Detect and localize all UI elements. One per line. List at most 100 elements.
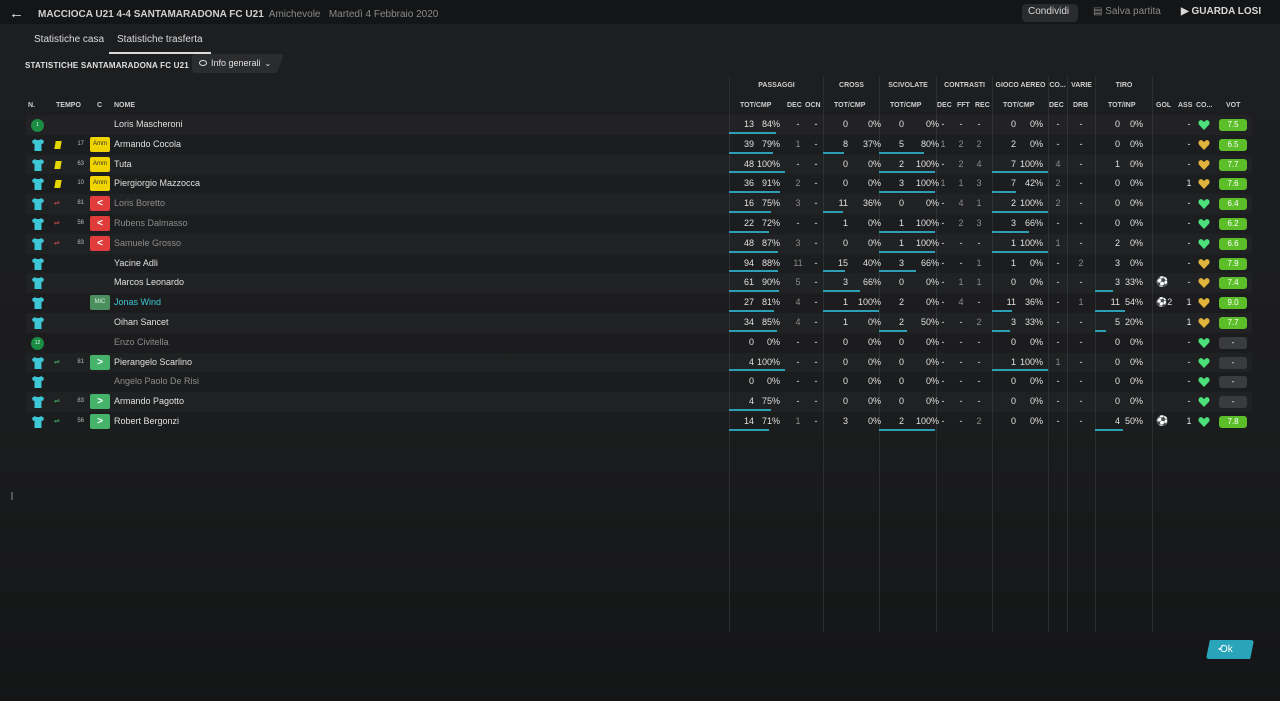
player-name[interactable]: Robert Bergonzi xyxy=(114,412,179,432)
share-button[interactable]: Condividi xyxy=(1022,4,1078,22)
save-match-button[interactable]: ▤ Salva partita xyxy=(1087,4,1165,22)
col-head-nome[interactable]: NOME xyxy=(114,102,135,109)
col-head-co-dec[interactable]: DEC xyxy=(1049,102,1064,109)
yellow-card-icon xyxy=(54,180,62,189)
stat-dr: - xyxy=(1079,119,1083,129)
stat-co: - xyxy=(1056,119,1060,129)
stat-tp: 0% xyxy=(1129,158,1143,169)
table-row[interactable]: Yacine Adli 94 88% 11-15 40% 3 66% - -1 1 0% -2 3 0% -… xyxy=(26,254,1252,274)
col-head-contr-rec[interactable]: REC xyxy=(975,102,990,109)
completion-bar xyxy=(729,329,777,332)
stat-st: 0 xyxy=(898,356,904,367)
col-head-cross-totcmp[interactable]: TOT/CMP xyxy=(834,102,865,109)
col-head-aereo-totcmp[interactable]: TOT/CMP xyxy=(1003,102,1034,109)
table-row[interactable]: ⇌ 83 > Armando Pagotto 4 75% - -0 0% 0 0% - - -0 0% - -0… xyxy=(26,392,1252,412)
stat-td: - xyxy=(941,297,945,308)
player-name[interactable]: Pierangelo Scarlino xyxy=(114,353,192,373)
col-head-gol[interactable]: GOL xyxy=(1156,102,1171,109)
completion-bar xyxy=(992,210,1048,213)
ok-button[interactable]: ✓ Ok xyxy=(1206,640,1254,659)
table-row[interactable]: ⇌ 56 > Robert Bergonzi 14 71% 1-3 0% 2 100% - -2 0 0%… xyxy=(26,412,1252,432)
tab-home-stats[interactable]: Statistiche casa xyxy=(26,30,112,54)
col-head-varie-drb[interactable]: DRB xyxy=(1073,102,1088,109)
table-row[interactable]: 10 Amm Piergiorgio Mazzocca 36 91% 2-0 0% 3 100%… xyxy=(26,174,1252,194)
shirt-icon xyxy=(31,375,45,389)
stat-cp: 0% xyxy=(867,316,881,327)
stat-ct: 0 xyxy=(842,178,848,189)
view-dropdown[interactable]: Info generali ⌄ xyxy=(192,54,284,73)
stat-at: 0 xyxy=(1010,119,1016,129)
col-head-contr-dec[interactable]: DEC xyxy=(937,102,952,109)
stat-tp: 20% xyxy=(1124,316,1143,327)
col-head-ass[interactable]: ASS xyxy=(1178,102,1192,109)
player-name[interactable]: Rubens Dalmasso xyxy=(114,214,188,234)
status-badge: < xyxy=(90,215,110,231)
player-rating: 6.4 xyxy=(1219,198,1247,211)
col-head-contr-fft[interactable]: FFT xyxy=(957,102,970,109)
table-row[interactable]: MiC Jonas Wind 27 81% 4-1 100% 2 0% -4-11 36% -1 11… xyxy=(26,293,1252,313)
stat-co: 4 xyxy=(1055,158,1061,169)
tab-away-stats[interactable]: Statistiche trasferta xyxy=(109,30,211,54)
back-arrow-icon[interactable]: ← xyxy=(9,5,24,22)
stat-ct: 0 xyxy=(842,158,848,169)
col-head-tiro-totinp[interactable]: TOT/INP xyxy=(1108,102,1135,109)
player-name[interactable]: Loris Mascheroni xyxy=(114,115,183,135)
col-head-vot[interactable]: VOT xyxy=(1226,102,1240,109)
stat-ct: 0 xyxy=(842,396,848,407)
stat-dr: 1 xyxy=(1078,297,1084,308)
player-rating: 7.8 xyxy=(1219,415,1247,428)
player-name[interactable]: Samuele Grosso xyxy=(114,234,181,254)
table-row[interactable]: Oihan Sancet 34 85% 4-1 0% 2 50% - -2 3 33% - -5 20% 1… xyxy=(26,313,1252,333)
stat-tp: 0% xyxy=(1129,198,1143,209)
shirt-icon xyxy=(31,276,45,290)
stat-ap: 0% xyxy=(1029,336,1043,347)
table-row[interactable]: ⇌ 56 < Rubens Dalmasso 22 72% - -1 0% 1 100% -2 3 3 66… xyxy=(26,214,1252,234)
table-row[interactable]: Angelo Paolo De Risi 0 0% - -0 0% 0 0% - - -0 0% - -0… xyxy=(26,372,1252,392)
stat-assists: - xyxy=(1187,158,1191,169)
shirt-icon xyxy=(31,356,45,370)
player-name[interactable]: Oihan Sancet xyxy=(114,313,169,333)
player-rating: 9.0 xyxy=(1219,297,1247,310)
completion-bar xyxy=(879,171,935,174)
player-name[interactable]: Yacine Adli xyxy=(114,254,158,274)
col-head-condition[interactable]: CO... xyxy=(1196,102,1212,109)
stat-assists: - xyxy=(1187,237,1191,248)
stat-ap: 0% xyxy=(1029,257,1043,268)
col-head-pass-totcmp[interactable]: TOT/CMP xyxy=(740,102,771,109)
player-rating: 7.9 xyxy=(1219,257,1247,270)
table-row[interactable]: ⇌ 81 < Loris Boretto 16 75% 3-11 36% 0 0% -4 1 2 100%… xyxy=(26,194,1252,214)
event-minute: 10 xyxy=(77,180,84,187)
stat-tr: - xyxy=(977,336,981,347)
goal-ball-icon: ⚽ xyxy=(1156,277,1169,289)
player-name[interactable]: Marcos Leonardo xyxy=(114,273,184,293)
player-name[interactable]: Armando Cocola xyxy=(114,135,181,155)
stat-pd: 2 xyxy=(795,178,801,189)
player-name[interactable]: Armando Pagotto xyxy=(114,392,184,412)
stat-at: 1 xyxy=(1010,257,1016,268)
player-name[interactable]: Loris Boretto xyxy=(114,194,165,214)
table-row[interactable]: 63 Amm Tuta 48 100% - -0 0% 2 100% -2 4 7 100% 4-1 0% -7… xyxy=(26,155,1252,175)
table-row[interactable]: ⇌ 83 < Samuele Grosso 48 87% 3-0 0% 1 100% - - -1 100… xyxy=(26,234,1252,254)
goal-ball-icon: ⚽ xyxy=(1156,415,1169,427)
table-row[interactable]: Marcos Leonardo 61 90% 5-3 66% 0 0% -1 1 0 0% - -3 33… xyxy=(26,273,1252,293)
stat-ap: 42% xyxy=(1024,178,1043,189)
col-head-sciv-totcmp[interactable]: TOT/CMP xyxy=(890,102,921,109)
stat-dr: - xyxy=(1079,138,1083,149)
player-name[interactable]: Tuta xyxy=(114,155,132,175)
col-head-pass-dec[interactable]: DEC xyxy=(787,102,802,109)
player-name[interactable]: Jonas Wind xyxy=(114,293,161,313)
col-head-pass-ocn[interactable]: OCN xyxy=(805,102,821,109)
stat-tr: 1 xyxy=(976,257,982,268)
table-row[interactable]: ⇌ 81 > Pierangelo Scarlino 4 100% - -0 0% 0 0% - - -1… xyxy=(26,353,1252,373)
stat-at: 0 xyxy=(1010,376,1016,387)
player-name[interactable]: Piergiorgio Mazzocca xyxy=(114,174,200,194)
table-row[interactable]: 12 Enzo Civitella 0 0% - -0 0% 0 0% - - -0 0% - -0 0% - - xyxy=(26,333,1252,353)
stat-po: - xyxy=(814,257,818,268)
player-name[interactable]: Enzo Civitella xyxy=(114,333,169,353)
condition-heart-icon xyxy=(1198,258,1210,269)
watch-button[interactable]: ▶ GUARDA LOSI xyxy=(1175,4,1275,22)
table-row[interactable]: 17 Amm Armando Cocola 39 79% 1-8 37% 5 80% 1 2 2 2 0%… xyxy=(26,135,1252,155)
table-row[interactable]: 1 Loris Mascheroni 13 84% - -0 0% 0 0% - - -0 0% - -0 0… xyxy=(26,115,1252,135)
status-badge: Amm xyxy=(90,156,110,172)
player-name[interactable]: Angelo Paolo De Risi xyxy=(114,372,199,392)
